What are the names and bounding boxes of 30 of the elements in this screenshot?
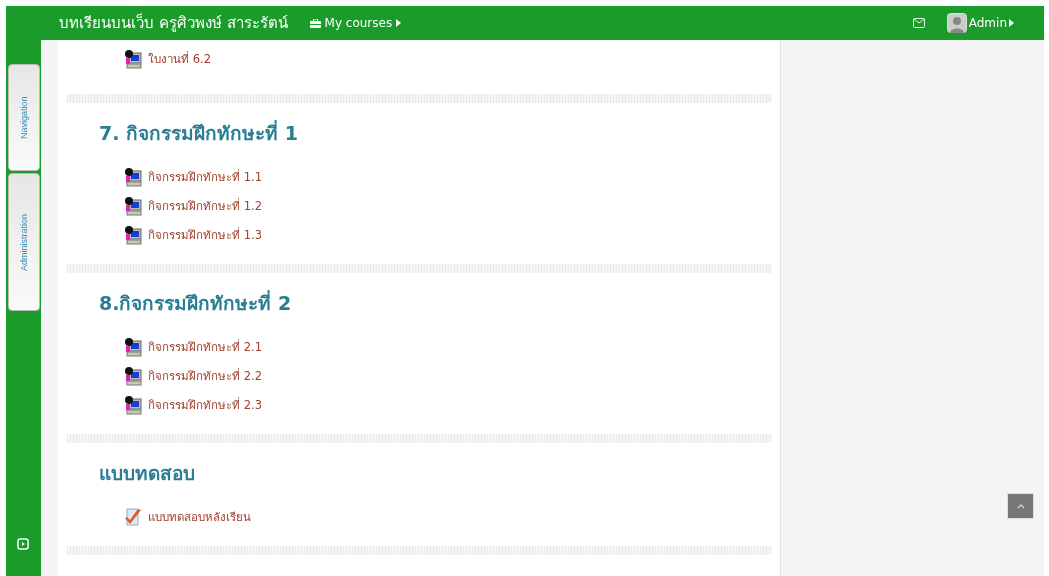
activity-link[interactable]: กิจกรรมฝึกทักษะที่ 2.1 [148, 337, 262, 356]
activity-link[interactable]: กิจกรรมฝึกทักษะที่ 1.2 [148, 196, 262, 215]
section-heading: 8.กิจกรรมฝึกทักษะที่ 2 [99, 289, 293, 316]
site-title[interactable]: บทเรียนบนเว็บ ครูศิวพงษ์ สาระรัตน์ [59, 11, 288, 35]
mail-icon[interactable] [912, 18, 925, 28]
activity-link[interactable]: แบบทดสอบหลังเรียน [148, 507, 251, 526]
my-courses-menu[interactable]: My courses [309, 16, 402, 30]
briefcase-icon [309, 18, 321, 28]
activity-link[interactable]: กิจกรรมฝึกทักษะที่ 2.2 [148, 366, 262, 385]
chevron-up-icon [1016, 503, 1025, 509]
computer-user-icon [123, 195, 143, 216]
activity-link[interactable]: ใบงานที่ 6.2 [148, 49, 211, 68]
avatar-icon [946, 13, 967, 33]
checked-document-icon [123, 506, 143, 527]
computer-user-icon [123, 394, 143, 415]
activity-link[interactable]: กิจกรรมฝึกทักษะที่ 1.1 [148, 167, 262, 186]
dock-icon[interactable] [17, 538, 29, 550]
computer-user-icon [123, 166, 143, 187]
section-heading: แบบทดสอบ [99, 461, 196, 486]
scroll-top-button[interactable] [1007, 493, 1034, 519]
caret-icon [396, 19, 402, 27]
computer-user-icon [123, 336, 143, 357]
section-heading: 7. กิจกรรมฝึกทักษะที่ 1 [99, 119, 299, 146]
user-menu[interactable]: Admin [946, 13, 1014, 33]
activity-link[interactable]: กิจกรรมฝึกทักษะที่ 2.3 [148, 395, 262, 414]
computer-user-icon [123, 365, 143, 386]
activity-link[interactable]: กิจกรรมฝึกทักษะที่ 1.3 [148, 225, 262, 244]
computer-user-icon [123, 48, 143, 69]
caret-icon [1009, 19, 1014, 27]
computer-user-icon [123, 224, 143, 245]
